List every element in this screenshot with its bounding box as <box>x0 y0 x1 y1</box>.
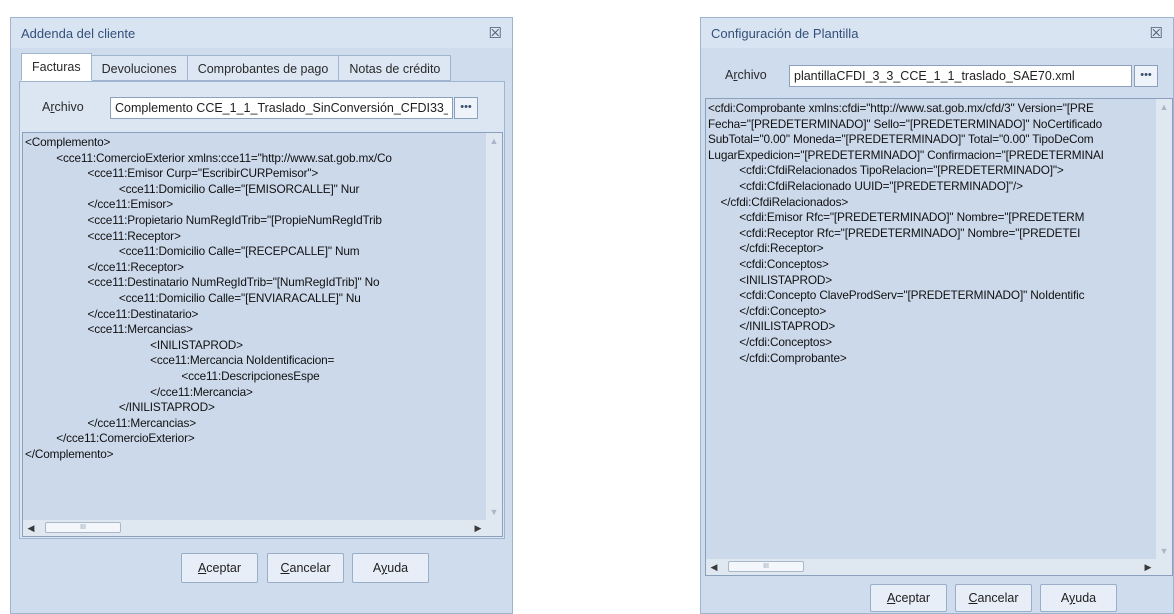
code-line: <cfdi:CfdiRelacionado UUID="[PREDETERMIN… <box>708 178 1023 193</box>
code-line: </cfdi:Conceptos> <box>708 334 832 349</box>
xml-editor[interactable]: <cfdi:Comprobante xmlns:cfdi="http://www… <box>705 98 1173 576</box>
tab-facturas[interactable]: Facturas <box>21 53 92 81</box>
code-line: <cce11:Propietario NumRegIdTrib="[Propie… <box>25 212 382 227</box>
code-line: <cce11:DescripcionesEspe <box>25 368 320 383</box>
code-line: <INILISTAPROD> <box>708 272 833 287</box>
code-line: </cce11:Mercancia> <box>25 384 253 399</box>
xml-editor[interactable]: <Complemento> <cce11:ComercioExterior xm… <box>22 132 503 537</box>
code-line: <cce11:Domicilio Calle="[RECEPCALLE]" Nu… <box>25 244 360 259</box>
code-line: <INILISTAPROD> <box>25 337 243 352</box>
plantilla-titlebar: Configuración de Plantilla ☒ <box>701 18 1173 48</box>
scroll-thumb[interactable]: III <box>45 522 121 533</box>
code-line: <cce11:Receptor> <box>25 228 181 243</box>
plantilla-dialog: Configuración de Plantilla ☒ Archivo •••… <box>700 17 1174 614</box>
code-line: </cfdi:Comprobante> <box>708 350 847 365</box>
scroll-left-icon[interactable]: ◀ <box>706 559 722 575</box>
scroll-down-icon[interactable]: ▼ <box>486 504 502 520</box>
xml-code[interactable]: <cfdi:Comprobante xmlns:cfdi="http://www… <box>708 101 1154 557</box>
addenda-tabs: Facturas Devoluciones Comprobantes de pa… <box>21 53 452 81</box>
code-line: <cfdi:Receptor Rfc="[PREDETERMINADO]" No… <box>708 225 1081 240</box>
horizontal-scrollbar[interactable]: ◀ III ▶ <box>706 559 1156 575</box>
code-line: </cfdi:CfdiRelacionados> <box>708 194 849 209</box>
scroll-corner <box>1156 559 1172 575</box>
tab-comprobantes-de-pago[interactable]: Comprobantes de pago <box>187 55 340 81</box>
code-line: </INILISTAPROD> <box>708 319 836 334</box>
code-line: </cfdi:Concepto> <box>708 303 827 318</box>
code-line: SubTotal="0.00" Moneda="[PREDETERMINADO]… <box>708 132 1094 147</box>
accept-button[interactable]: Aceptar <box>870 584 947 612</box>
code-line: </cce11:Mercancias> <box>25 415 197 430</box>
vertical-scrollbar[interactable]: ▲ ▼ <box>486 133 502 520</box>
code-line: <cfdi:Emisor Rfc="[PREDETERMINADO]" Nomb… <box>708 210 1085 225</box>
scroll-thumb[interactable]: III <box>728 561 804 572</box>
scroll-up-icon[interactable]: ▲ <box>1156 99 1172 115</box>
help-button[interactable]: Ayuda <box>1040 584 1117 612</box>
archivo-label: Archivo <box>42 100 84 114</box>
code-line: LugarExpedicion="[PREDETERMINADO]" Confi… <box>708 147 1104 162</box>
facturas-panel: Archivo ••• <Complemento> <cce11:Comerci… <box>19 81 505 539</box>
code-line: <cfdi:Concepto ClaveProdServ="[PREDETERM… <box>708 288 1085 303</box>
addenda-dialog: Addenda del cliente ☒ Facturas Devolucio… <box>10 17 513 614</box>
addenda-titlebar: Addenda del cliente ☒ <box>11 18 512 48</box>
code-line: </cce11:ComercioExterior> <box>25 431 195 446</box>
scroll-left-icon[interactable]: ◀ <box>23 520 39 536</box>
scroll-corner <box>486 520 502 536</box>
code-line: <cce11:ComercioExterior xmlns:cce11="htt… <box>25 150 392 165</box>
code-line: <cce11:Emisor Curp="EscribirCURPemisor"> <box>25 166 319 181</box>
browse-button[interactable]: ••• <box>1134 65 1158 87</box>
code-line: </cfdi:Receptor> <box>708 241 824 256</box>
code-line: </cce11:Destinatario> <box>25 306 199 321</box>
addenda-title: Addenda del cliente <box>21 26 136 41</box>
code-line: </cce11:Receptor> <box>25 259 184 274</box>
code-line: <cfdi:Conceptos> <box>708 256 829 271</box>
vertical-scrollbar[interactable]: ▲ ▼ <box>1156 99 1172 559</box>
code-line: </INILISTAPROD> <box>25 400 215 415</box>
browse-button[interactable]: ••• <box>454 97 478 119</box>
archivo-label: Archivo <box>725 68 767 82</box>
help-button[interactable]: Ayuda <box>352 553 429 583</box>
code-line: </Complemento> <box>25 446 114 461</box>
accept-button[interactable]: Aceptar <box>181 553 258 583</box>
scroll-right-icon[interactable]: ▶ <box>470 520 486 536</box>
archivo-input[interactable] <box>789 65 1132 87</box>
plantilla-title: Configuración de Plantilla <box>711 26 859 41</box>
xml-code[interactable]: <Complemento> <cce11:ComercioExterior xm… <box>25 135 484 518</box>
code-line: <Complemento> <box>25 135 111 149</box>
code-line: <cfdi:CfdiRelacionados TipoRelacion="[PR… <box>708 163 1064 178</box>
code-line: </cce11:Emisor> <box>25 197 174 212</box>
code-line: <cfdi:Comprobante xmlns:cfdi="http://www… <box>708 101 1094 115</box>
code-line: <cce11:Destinatario NumRegIdTrib="[NumRe… <box>25 275 380 290</box>
archivo-input[interactable] <box>110 97 453 119</box>
close-icon[interactable]: ☒ <box>489 24 502 42</box>
code-line: <cce11:Domicilio Calle="[ENVIARACALLE]" … <box>25 290 361 305</box>
scroll-up-icon[interactable]: ▲ <box>486 133 502 149</box>
tab-notas-de-credito[interactable]: Notas de crédito <box>339 55 452 81</box>
horizontal-scrollbar[interactable]: ◀ III ▶ <box>23 520 486 536</box>
scroll-down-icon[interactable]: ▼ <box>1156 543 1172 559</box>
code-line: <cce11:Domicilio Calle="[EMISORCALLE]" N… <box>25 181 360 196</box>
code-line: <cce11:Mercancias> <box>25 322 193 337</box>
cancel-button[interactable]: Cancelar <box>955 584 1032 612</box>
tab-devoluciones[interactable]: Devoluciones <box>91 55 188 81</box>
cancel-button[interactable]: Cancelar <box>267 553 344 583</box>
close-icon[interactable]: ☒ <box>1150 24 1163 42</box>
code-line: <cce11:Mercancia NoIdentificacion= <box>25 353 335 368</box>
scroll-right-icon[interactable]: ▶ <box>1140 559 1156 575</box>
code-line: Fecha="[PREDETERMINADO]" Sello="[PREDETE… <box>708 116 1103 131</box>
